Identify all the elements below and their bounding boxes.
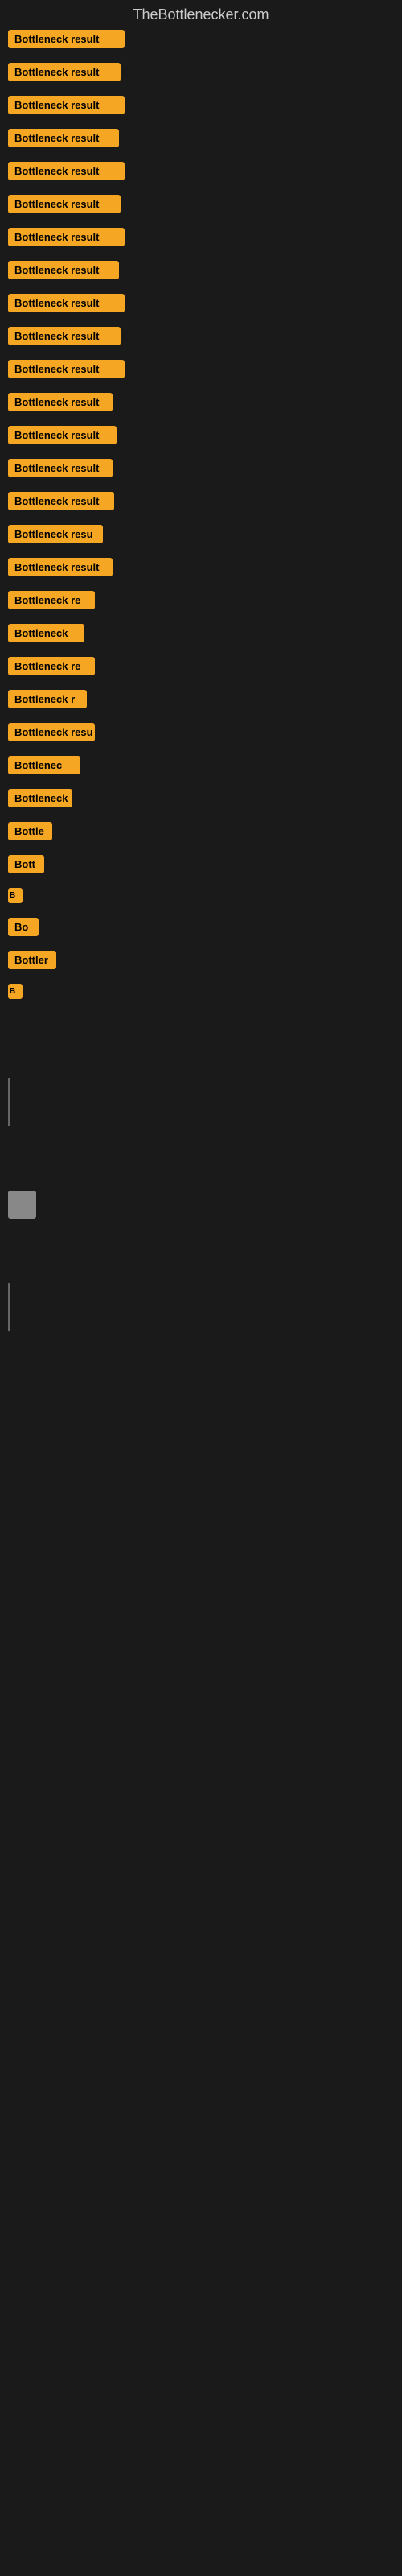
bottleneck-badge-24[interactable]: Bottleneck r (8, 789, 72, 807)
site-title-text: TheBottlenecker.com (133, 6, 269, 23)
bottleneck-item-15: Bottleneck result (8, 492, 394, 510)
bottleneck-badge-17[interactable]: Bottleneck result (8, 558, 113, 576)
bottleneck-item-12: Bottleneck result (8, 393, 394, 411)
bottleneck-badge-2[interactable]: Bottleneck result (8, 63, 121, 81)
bottleneck-badge-14[interactable]: Bottleneck result (8, 459, 113, 477)
bottleneck-item-27: B (8, 888, 394, 903)
bottleneck-badge-30[interactable]: B (8, 984, 23, 999)
bottleneck-badge-16[interactable]: Bottleneck resu (8, 525, 103, 543)
bottleneck-badge-22[interactable]: Bottleneck resu (8, 723, 95, 741)
bottleneck-item-11: Bottleneck result (8, 360, 394, 378)
bottleneck-badge-11[interactable]: Bottleneck result (8, 360, 125, 378)
bottleneck-badge-20[interactable]: Bottleneck re (8, 657, 95, 675)
bottleneck-badge-12[interactable]: Bottleneck result (8, 393, 113, 411)
bottleneck-item-2: Bottleneck result (8, 63, 394, 81)
bottleneck-badge-23[interactable]: Bottlenec (8, 756, 80, 774)
bottleneck-badge-19[interactable]: Bottleneck (8, 624, 84, 642)
bottleneck-item-19: Bottleneck (8, 624, 394, 642)
bottleneck-item-18: Bottleneck re (8, 591, 394, 609)
main-container: Bottleneck result Bottleneck result Bottle… (0, 30, 402, 999)
bottleneck-badge-5[interactable]: Bottleneck result (8, 162, 125, 180)
bottleneck-item-6: Bottleneck result (8, 195, 394, 213)
bottleneck-badge-27[interactable]: B (8, 888, 23, 903)
bottleneck-item-8: Bottleneck result (8, 261, 394, 279)
bottleneck-item-3: Bottleneck result (8, 96, 394, 114)
bottleneck-badge-13[interactable]: Bottleneck result (8, 426, 117, 444)
bottleneck-item-13: Bottleneck result (8, 426, 394, 444)
bottom-chart-area (0, 1191, 402, 1219)
vertical-bar-2 (8, 1283, 10, 1331)
bottleneck-item-7: Bottleneck result (8, 228, 394, 246)
bottleneck-badge-26[interactable]: Bott (8, 855, 44, 873)
bottleneck-item-16: Bottleneck resu (8, 525, 394, 543)
bottom-spacer-1 (0, 1013, 402, 1078)
bottleneck-badge-18[interactable]: Bottleneck re (8, 591, 95, 609)
vertical-bar-1 (8, 1078, 10, 1126)
bottom-spacer-2 (0, 1126, 402, 1191)
site-title: TheBottlenecker.com (0, 0, 402, 30)
bottleneck-badge-15[interactable]: Bottleneck result (8, 492, 114, 510)
bottom-spacer-3 (0, 1219, 402, 1283)
bottleneck-item-17: Bottleneck result (8, 558, 394, 576)
bottleneck-badge-3[interactable]: Bottleneck result (8, 96, 125, 114)
bottleneck-item-1: Bottleneck result (8, 30, 394, 48)
bottleneck-item-25: Bottle (8, 822, 394, 840)
bottleneck-badge-1[interactable]: Bottleneck result (8, 30, 125, 48)
bottleneck-item-9: Bottleneck result (8, 294, 394, 312)
bottleneck-badge-7[interactable]: Bottleneck result (8, 228, 125, 246)
bottleneck-item-24: Bottleneck r (8, 789, 394, 807)
bottleneck-badge-4[interactable]: Bottleneck result (8, 129, 119, 147)
bottleneck-item-5: Bottleneck result (8, 162, 394, 180)
bottleneck-item-20: Bottleneck re (8, 657, 394, 675)
bottom-icon (8, 1191, 36, 1219)
bottleneck-badge-9[interactable]: Bottleneck result (8, 294, 125, 312)
bottleneck-badge-8[interactable]: Bottleneck result (8, 261, 119, 279)
bottleneck-item-21: Bottleneck r (8, 690, 394, 708)
bottleneck-item-26: Bott (8, 855, 394, 873)
bottleneck-badge-25[interactable]: Bottle (8, 822, 52, 840)
bottleneck-item-23: Bottlenec (8, 756, 394, 774)
bottleneck-item-29: Bottler (8, 951, 394, 969)
bottleneck-item-30: B (8, 984, 394, 999)
bottleneck-item-10: Bottleneck result (8, 327, 394, 345)
bottleneck-item-28: Bo (8, 918, 394, 936)
bottleneck-item-4: Bottleneck result (8, 129, 394, 147)
bottleneck-item-14: Bottleneck result (8, 459, 394, 477)
bottleneck-badge-29[interactable]: Bottler (8, 951, 56, 969)
bottleneck-item-22: Bottleneck resu (8, 723, 394, 741)
bottleneck-badge-28[interactable]: Bo (8, 918, 39, 936)
bottleneck-badge-6[interactable]: Bottleneck result (8, 195, 121, 213)
bottleneck-badge-21[interactable]: Bottleneck r (8, 690, 87, 708)
bottleneck-badge-10[interactable]: Bottleneck result (8, 327, 121, 345)
